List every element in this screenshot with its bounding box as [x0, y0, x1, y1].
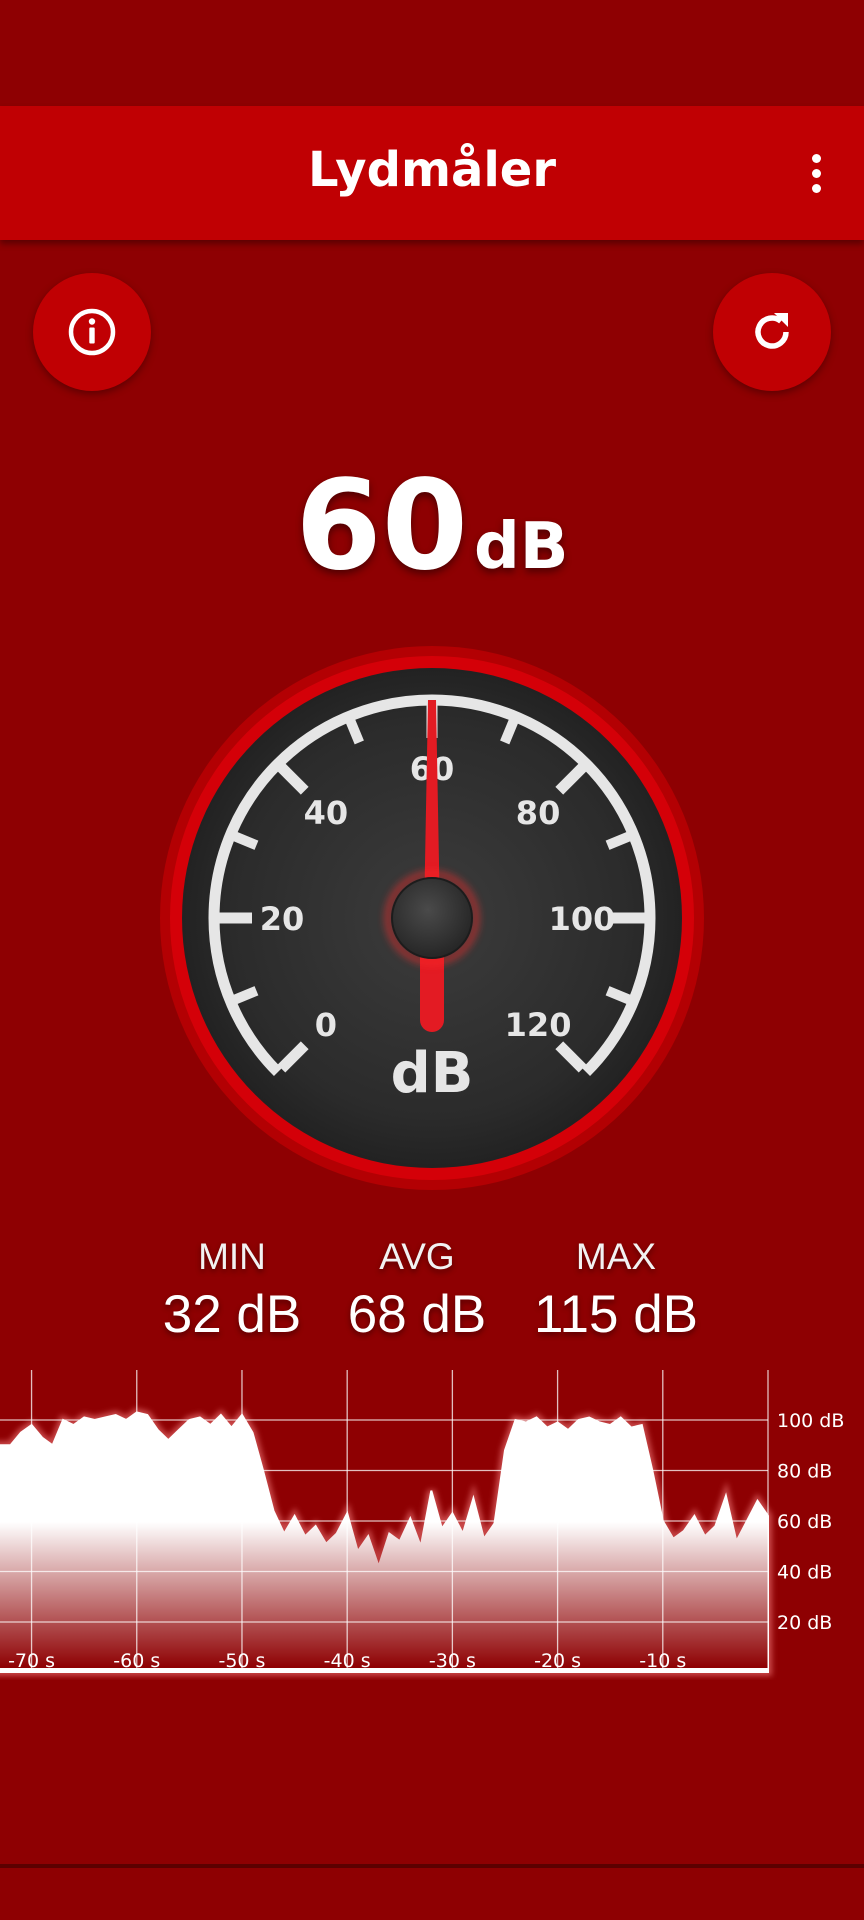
history-x-tick-label: -40 s	[324, 1650, 371, 1672]
history-x-tick-label: -20 s	[534, 1650, 581, 1672]
stat-min-label: MIN	[198, 1236, 266, 1277]
more-vert-icon-dot	[812, 169, 821, 178]
stat-avg: AVG 68 dB	[317, 1236, 517, 1345]
reset-button[interactable]	[713, 273, 831, 391]
history-x-tick-label: -60 s	[113, 1650, 160, 1672]
bottom-divider	[0, 1864, 864, 1868]
current-level-unit: dB	[473, 510, 569, 584]
current-level-readout: 60dB	[0, 454, 864, 598]
more-vert-icon-dot	[812, 184, 821, 193]
gauge-tick-label: 80	[516, 794, 561, 832]
more-vert-icon	[812, 154, 821, 163]
info-button[interactable]	[33, 273, 151, 391]
gauge-tick-label: 100	[549, 900, 616, 938]
history-fade	[0, 1522, 768, 1668]
more-options-button[interactable]	[768, 106, 864, 240]
app-bar: Lydmåler	[0, 106, 864, 240]
app-title: Lydmåler	[307, 142, 557, 198]
status-bar-area	[0, 0, 864, 106]
gauge-tick-label: 20	[260, 900, 305, 938]
history-y-tick-label: 60 dB	[777, 1511, 832, 1533]
history-y-tick-label: 80 dB	[777, 1461, 832, 1483]
sound-level-gauge: 020406080100120 dB	[160, 646, 704, 1190]
history-x-tick-label: -10 s	[639, 1650, 686, 1672]
history-x-tick-label: -30 s	[429, 1650, 476, 1672]
stat-avg-label: AVG	[379, 1236, 455, 1277]
gauge-tick-label: 40	[304, 794, 349, 832]
history-x-tick-label: -50 s	[218, 1650, 265, 1672]
current-level-value: 60	[295, 454, 468, 598]
stat-max-value: 115 dB	[533, 1285, 699, 1344]
refresh-icon	[755, 313, 789, 349]
gauge-tick-label: 0	[315, 1006, 337, 1044]
history-y-tick-label: 40 dB	[777, 1562, 832, 1584]
history-y-tick-label: 100 dB	[777, 1410, 844, 1432]
stat-max-label: MAX	[575, 1236, 657, 1277]
history-x-tick-label: -70 s	[8, 1650, 55, 1672]
stat-avg-value: 68 dB	[347, 1285, 487, 1344]
stat-min-value: 32 dB	[162, 1285, 302, 1344]
gauge-tick-label: 120	[505, 1006, 572, 1044]
stat-max: MAX 115 dB	[516, 1236, 716, 1345]
level-history-chart: -70 s -60 s -50 s -40 s -30 s -20 s -10 s 20 d…	[0, 1370, 844, 1676]
stat-min: MIN 32 dB	[132, 1236, 332, 1345]
gauge-unit-label: dB	[391, 1041, 474, 1106]
history-y-tick-label: 20 dB	[777, 1612, 832, 1634]
info-icon	[68, 308, 116, 356]
stats-row: MIN 32 dB AVG 68 dB MAX 115 dB	[0, 1236, 864, 1356]
gauge-hub	[391, 877, 473, 959]
